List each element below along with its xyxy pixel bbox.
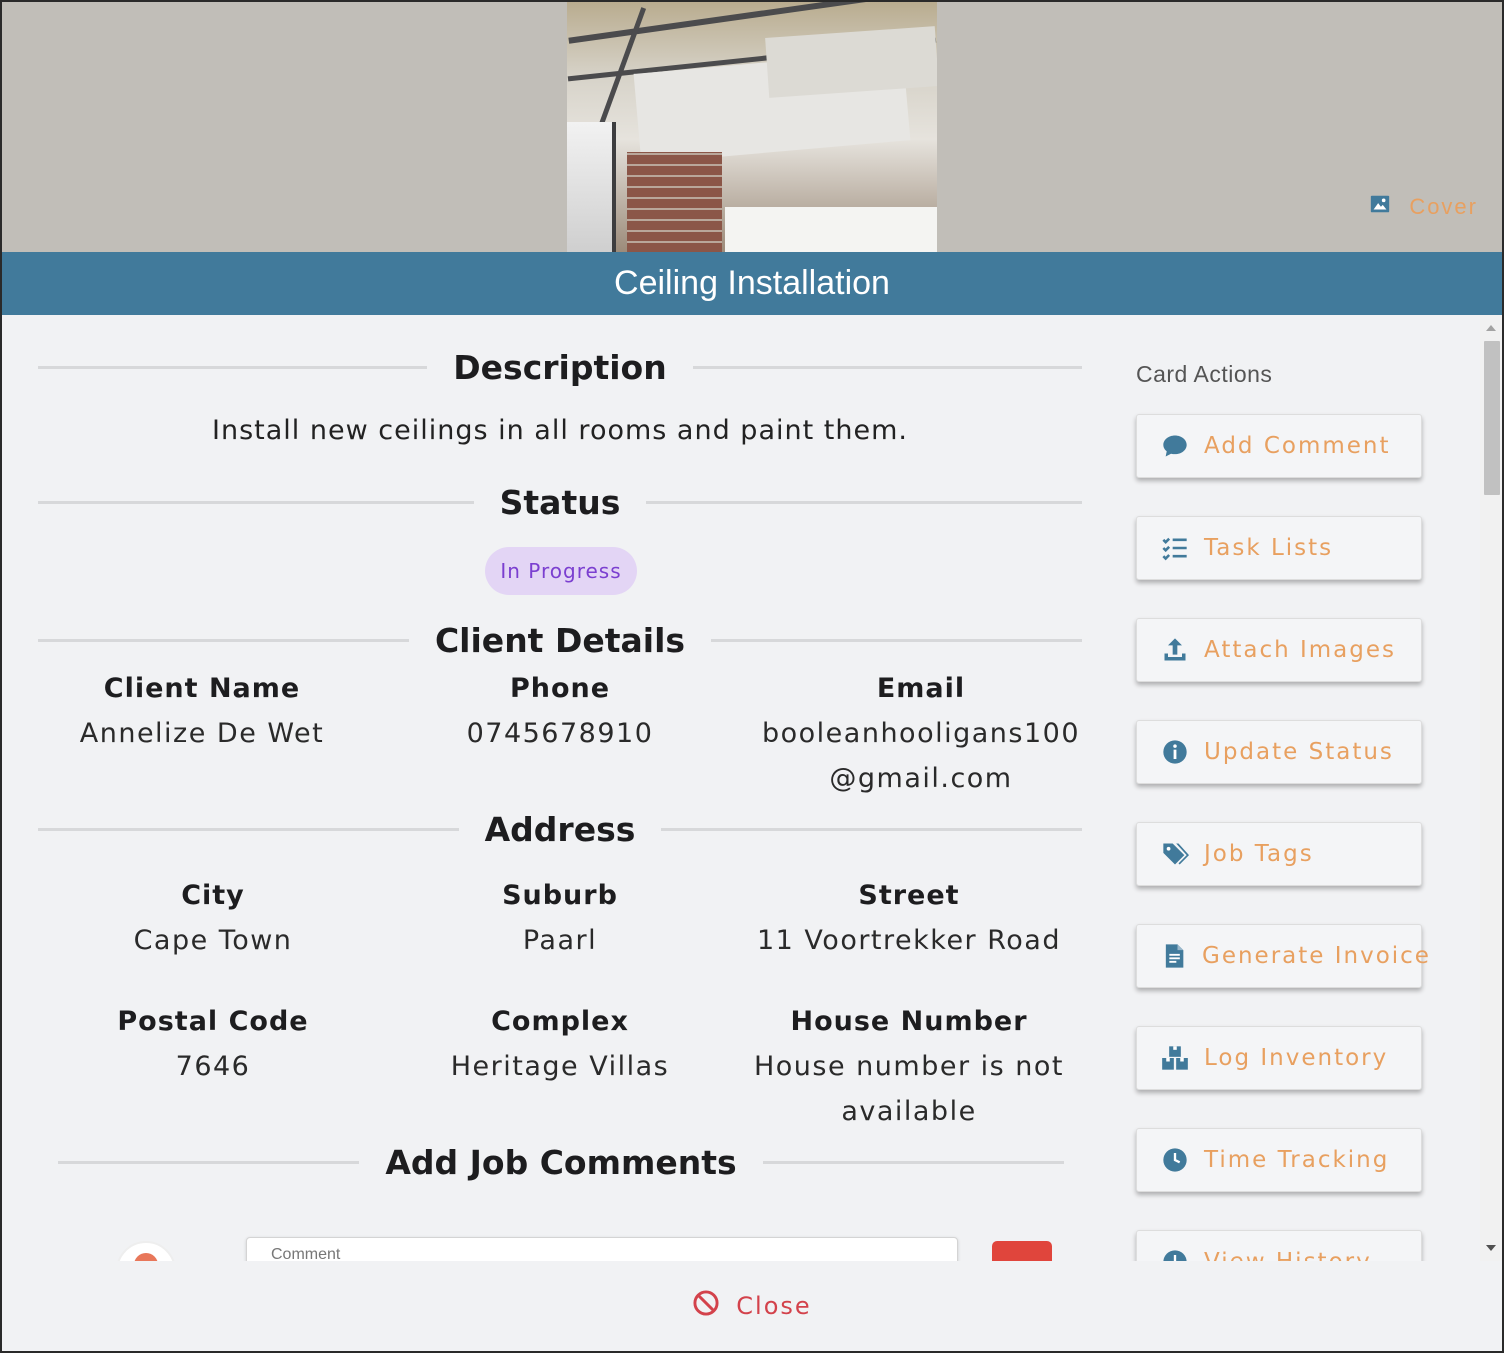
email-label: Email [876,673,966,704]
suburb-field: Suburb Paarl [396,874,724,963]
attach-images-label: Attach Images [1204,637,1397,663]
log-inventory-button[interactable]: Log Inventory [1136,1026,1422,1090]
address-heading: Address [38,804,1083,854]
clock-icon [1160,1145,1190,1175]
cover-button-label: Cover [1409,194,1478,219]
time-tracking-label: Time Tracking [1204,1147,1390,1173]
card-title: Ceiling Installation [2,252,1502,315]
client-details-title: Client Details [434,620,686,660]
generate-invoice-button[interactable]: Generate Invoice [1136,924,1429,988]
email-value-line2: @gmail.com [829,763,1013,794]
description-heading: Description [38,342,1082,392]
tags-icon [1160,839,1190,869]
comment-placeholder: Comment [271,1246,341,1261]
description-title: Description [453,347,667,387]
phone-label: Phone [509,673,611,704]
complex-field: Complex Heritage Villas [396,1000,724,1089]
job-tags-button[interactable]: Job Tags [1136,822,1422,886]
scroll-down-arrow-icon[interactable] [1486,1245,1496,1251]
invoice-icon [1160,941,1188,971]
phone-value: 0745678910 [466,718,654,749]
view-history-button[interactable]: View History [1136,1230,1422,1261]
city-field: City Cape Town [48,874,378,963]
task-lists-button[interactable]: Task Lists [1136,516,1422,580]
comment-delete-button[interactable] [992,1241,1052,1261]
update-status-label: Update Status [1204,739,1394,765]
suburb-value: Paarl [522,925,598,956]
client-name-field: Client Name Annelize De Wet [38,667,366,756]
comment-icon [1160,431,1190,461]
scrollbar-thumb[interactable] [1484,341,1500,495]
status-badge: In Progress [485,547,637,595]
postal-code-label: Postal Code [117,1006,309,1037]
house-number-value-line1: House number is not [753,1051,1065,1082]
client-name-label: Client Name [103,673,301,704]
status-title: Status [499,482,621,522]
history-icon [1160,1247,1190,1261]
avatar [116,1241,176,1261]
house-number-value-line2: available [841,1096,977,1127]
cover-button[interactable]: Cover [1369,192,1478,222]
street-value: 11 Voortrekker Road [756,925,1061,956]
address-title: Address [484,809,636,849]
email-value-line1: booleanhooligans100 [762,718,1080,749]
house-number-label: House Number [790,1006,1028,1037]
upload-icon [1160,635,1190,665]
scroll-up-arrow-icon[interactable] [1486,325,1496,331]
city-value: Cape Town [133,925,293,956]
postal-code-value: 7646 [175,1051,251,1082]
info-icon [1160,737,1190,767]
cover-area: Cover [2,2,1502,252]
description-text: Install new ceilings in all rooms and pa… [212,415,908,446]
scrollbar[interactable] [1480,315,1502,1261]
job-tags-label: Job Tags [1204,841,1314,867]
street-label: Street [858,880,960,911]
close-label: Close [736,1292,812,1320]
dialog-footer: Close [2,1261,1502,1351]
card-content: Description Install new ceilings in all … [2,315,1502,1261]
boxes-icon [1160,1043,1190,1073]
complex-value: Heritage Villas [450,1051,670,1082]
view-history-label: View History [1204,1249,1372,1261]
email-field: Email booleanhooligans100 @gmail.com [756,667,1086,801]
attach-images-button[interactable]: Attach Images [1136,618,1422,682]
city-label: City [181,880,245,911]
add-comment-button[interactable]: Add Comment [1136,414,1422,478]
prohibited-icon [692,1289,720,1323]
add-comments-heading: Add Job Comments [58,1137,1065,1187]
phone-field: Phone 0745678910 [396,667,724,756]
close-button[interactable]: Close [692,1289,811,1323]
suburb-label: Suburb [502,880,618,911]
card-actions-title: Card Actions [1136,361,1273,387]
status-heading: Status [38,477,1083,527]
cover-photo [567,2,937,252]
house-number-field: House Number House number is not availab… [744,1000,1074,1134]
street-field: Street 11 Voortrekker Road [744,874,1074,963]
client-details-heading: Client Details [38,615,1082,665]
image-icon [1369,193,1391,221]
postal-code-field: Postal Code 7646 [48,1000,378,1089]
task-lists-label: Task Lists [1204,535,1334,561]
checklist-icon [1160,533,1190,563]
add-comment-label: Add Comment [1204,433,1391,459]
job-card-dialog: Cover Ceiling Installation Description I… [2,2,1502,1351]
time-tracking-button[interactable]: Time Tracking [1136,1128,1422,1192]
complex-label: Complex [491,1006,629,1037]
generate-invoice-label: Generate Invoice [1202,943,1431,969]
update-status-button[interactable]: Update Status [1136,720,1422,784]
add-comments-title: Add Job Comments [385,1142,737,1182]
comment-input[interactable]: Comment [246,1237,958,1261]
log-inventory-label: Log Inventory [1204,1045,1389,1071]
client-name-value: Annelize De Wet [79,718,325,749]
